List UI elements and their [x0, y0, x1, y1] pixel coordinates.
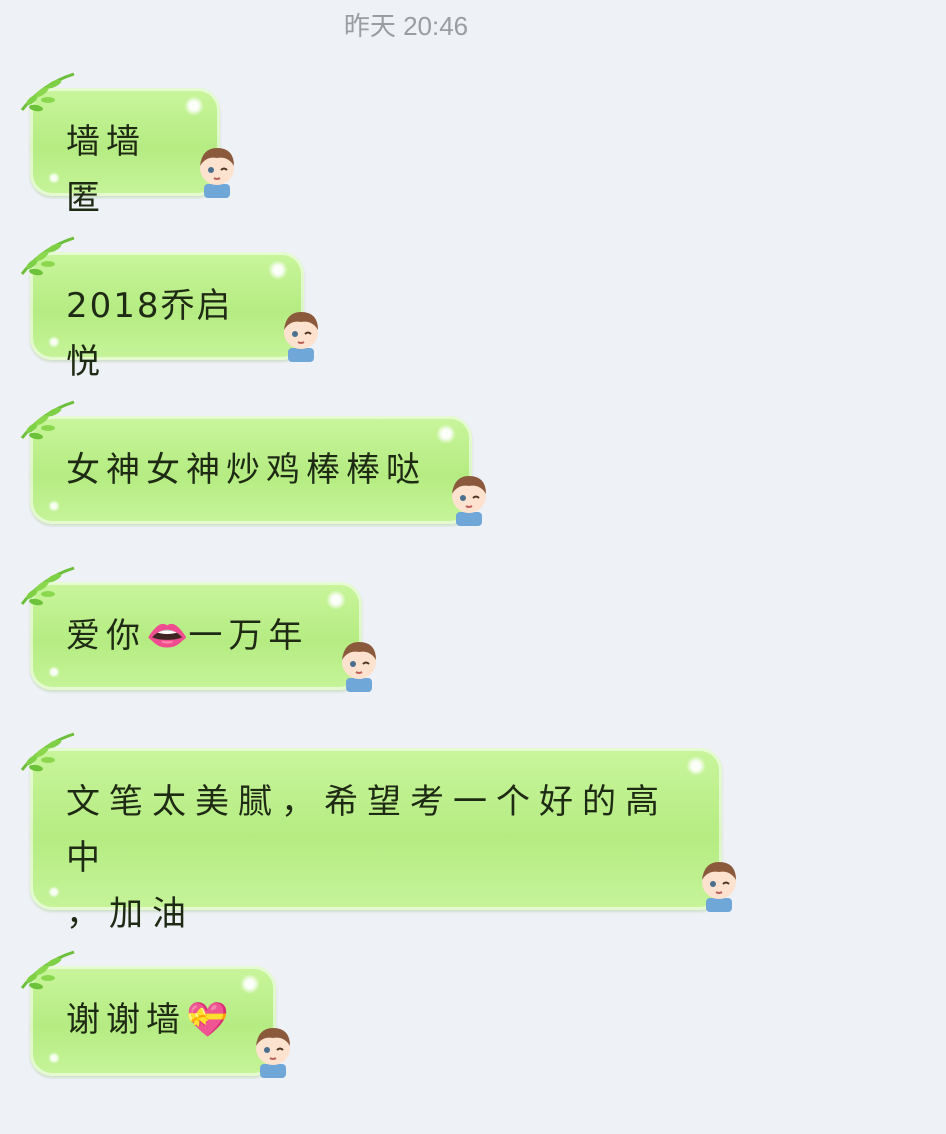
message-bubble[interactable]: 女神女神炒鸡棒棒哒 [20, 400, 486, 526]
bubble-shine [48, 886, 60, 898]
message-text-part: 爱你 [66, 616, 146, 656]
lips-emoji-icon: 👄 [146, 616, 189, 656]
timestamp: 昨天 20:46 [343, 11, 469, 41]
message-bubble[interactable]: 墙墙匿 [20, 72, 234, 218]
chat-message[interactable]: 谢谢墙💝 [20, 950, 290, 1078]
bubble-shine [686, 756, 706, 776]
message-text: 女神女神炒鸡棒棒哒 [66, 450, 426, 490]
leaf-decoration-icon [20, 732, 75, 772]
message-bubble[interactable]: 文笔太美腻，希望考一个好的高中 ，加油 [20, 732, 736, 934]
chat-message[interactable]: 2018乔启悦 [20, 236, 318, 382]
avatar-sticker-icon [256, 1028, 290, 1078]
message-bubble[interactable]: 爱你👄一万年 [20, 566, 376, 692]
message-text: 文笔太美腻，希望考一个好的高中 ，加油 [66, 782, 668, 934]
avatar-sticker-icon [702, 862, 736, 912]
bubble-shine [48, 336, 60, 348]
message-bubble[interactable]: 谢谢墙💝 [20, 950, 290, 1078]
message-text: 爱你👄一万年 [66, 608, 326, 664]
message-text: 墙墙匿 [66, 122, 146, 218]
bubble-shine [184, 96, 204, 116]
avatar-sticker-icon [284, 312, 318, 362]
message-text-part: 谢谢墙 [66, 1000, 186, 1040]
bubble-shine [48, 500, 60, 512]
chat-message[interactable]: 女神女神炒鸡棒棒哒 [20, 400, 486, 526]
avatar-sticker-icon [342, 642, 376, 692]
message-bubble[interactable]: 2018乔启悦 [20, 236, 318, 382]
bubble-shine [436, 424, 456, 444]
message-text-part: 一万年 [188, 616, 309, 656]
leaf-decoration-icon [20, 566, 75, 606]
leaf-decoration-icon [20, 950, 75, 990]
bubble-shine [48, 172, 60, 184]
heart-ribbon-emoji-icon: 💝 [186, 1000, 229, 1040]
avatar-sticker-icon [452, 476, 486, 526]
message-text: 谢谢墙💝 [66, 992, 240, 1048]
leaf-decoration-icon [20, 72, 75, 112]
chat-message[interactable]: 文笔太美腻，希望考一个好的高中 ，加油 [20, 732, 736, 934]
chat-message[interactable]: 墙墙匿 [20, 72, 234, 218]
message-text: 2018乔启悦 [66, 286, 233, 382]
avatar-sticker-icon [200, 148, 234, 198]
bubble-shine [268, 260, 288, 280]
bubble-shine [240, 974, 260, 994]
leaf-decoration-icon [20, 400, 75, 440]
bubble-shine [48, 666, 60, 678]
leaf-decoration-icon [20, 236, 75, 276]
chat-message[interactable]: 爱你👄一万年 [20, 566, 376, 692]
bubble-shine [48, 1052, 60, 1064]
bubble-shine [326, 590, 346, 610]
